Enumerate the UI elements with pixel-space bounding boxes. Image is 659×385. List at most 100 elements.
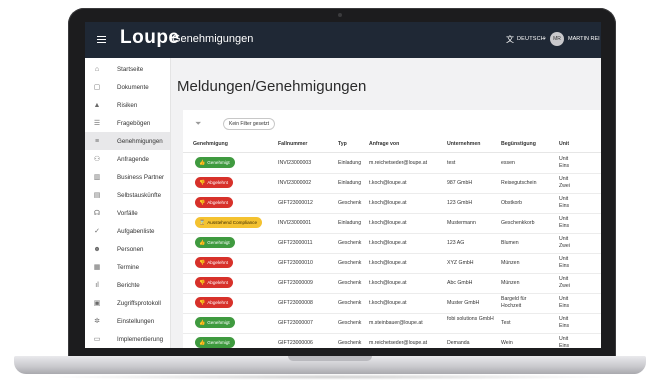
status-badge: 👎 Abgelehnt xyxy=(195,257,233,268)
user-name[interactable]: MARTIN REI xyxy=(568,36,600,42)
type-cell: Geschenk xyxy=(338,300,362,306)
unit-cell: Unit Zwei xyxy=(559,236,570,249)
people-icon: ☻ xyxy=(93,245,101,253)
sidebar-item-vorfälle[interactable]: ☊ Vorfälle xyxy=(85,204,170,222)
benefit-cell: Blumen xyxy=(501,240,519,246)
sidebar-item-termine[interactable]: ▦ Termine xyxy=(85,258,170,276)
laptop-notch xyxy=(288,356,372,361)
laptop-shadow xyxy=(40,374,620,380)
page-title: Meldungen/Genehmigungen xyxy=(177,78,367,95)
column-unit-header[interactable]: Unit xyxy=(559,141,569,147)
list-icon: ☰ xyxy=(93,120,101,127)
table-row[interactable]: 👍 Genehmigt INVI23000003 Einladung m.reichet… xyxy=(183,153,601,174)
sidebar-item-personen[interactable]: ☻ Personen xyxy=(85,240,170,258)
sidebar-item-label: Dokumente xyxy=(117,83,149,91)
filter-chip[interactable]: Kein Filter gesetzt xyxy=(223,118,276,130)
requester-cell: t.koch@loupe.at xyxy=(369,300,407,306)
status-badge: 👍 Genehmigt xyxy=(195,237,235,248)
sidebar-item-implementierung[interactable]: ▭ Implementierung xyxy=(85,330,170,348)
sidebar-item-selbstauskünfte[interactable]: ▤ Selbstauskünfte xyxy=(85,186,170,204)
case-number-cell: GIFT23000008 xyxy=(278,300,313,306)
sidebar-item-genehmigungen[interactable]: ≡ Genehmigungen xyxy=(85,132,170,150)
menu-icon[interactable] xyxy=(97,36,106,43)
case-number-cell: INVI23000003 xyxy=(278,160,312,166)
sidebar-item-aufgabenliste[interactable]: ✓ Aufgabenliste xyxy=(85,222,170,240)
avatar[interactable]: MR xyxy=(550,32,564,46)
case-number-cell: GIFT23000007 xyxy=(278,320,313,326)
table-row[interactable]: 👎 Abgelehnt INVI23000002 Einladung t.koch@lo… xyxy=(183,173,601,194)
case-number-cell: GIFT23000011 xyxy=(278,240,313,246)
thumbs-up-icon: 👍 xyxy=(199,320,206,326)
benefit-cell: Reisegutschein xyxy=(501,180,537,186)
status-label: Abgelehnt xyxy=(207,280,228,285)
unit-cell: Unit Eins xyxy=(559,216,570,229)
thumbs-down-icon: 👎 xyxy=(199,300,206,306)
chevron-down-icon[interactable]: ⌄ xyxy=(542,34,547,41)
requester-cell: t.koch@loupe.at xyxy=(369,180,407,186)
chart-icon: ıl xyxy=(95,281,99,289)
implementation-icon: ▭ xyxy=(93,336,101,343)
app-title: Genehmigungen xyxy=(172,33,254,45)
unit-cell: Unit Zwei xyxy=(559,176,570,189)
app-header: Loupe Genehmigungen 文 DEUTSCH ⌄ MR MARTI… xyxy=(85,22,601,58)
unit-cell: Unit Eins xyxy=(559,316,570,329)
sidebar-item-business-partner[interactable]: ▥ Business Partner xyxy=(85,168,170,186)
status-badge: 👎 Abgelehnt xyxy=(195,197,233,208)
requester-cell: t.koch@loupe.at xyxy=(369,260,407,266)
sidebar-item-label: Risiken xyxy=(117,101,138,109)
table-row[interactable]: 👎 Abgelehnt GIFT23000008 Geschenk t.koch@lou… xyxy=(183,293,601,314)
type-cell: Einladung xyxy=(338,220,362,226)
column-case-number-header[interactable]: Fallnummer xyxy=(278,141,307,147)
hourglass-icon: ⌛ xyxy=(199,220,206,226)
thumbs-down-icon: 👎 xyxy=(199,180,206,186)
column-benefit-header[interactable]: Begünstigung xyxy=(501,141,536,147)
table-row[interactable]: 👍 Genehmigt GIFT23000006 Geschenk m.reichets… xyxy=(183,333,601,348)
benefit-cell: essen xyxy=(501,160,515,166)
type-cell: Geschenk xyxy=(338,320,362,326)
company-cell: Abc GmbH xyxy=(447,280,473,286)
thumbs-up-icon: 👍 xyxy=(199,240,206,246)
sidebar-item-label: Business Partner xyxy=(117,173,165,181)
case-number-cell: GIFT23000006 xyxy=(278,340,313,346)
sidebar-item-zugriffsprotokoll[interactable]: ▣ Zugriffsprotokoll xyxy=(85,294,170,312)
sidebar-item-anfragende[interactable]: ⚇ Anfragende xyxy=(85,150,170,168)
benefit-cell: Münzen xyxy=(501,280,520,286)
app-logo[interactable]: Loupe xyxy=(120,27,180,49)
incident-icon: ☊ xyxy=(93,210,101,217)
sidebar-item-dokumente[interactable]: ▢ Dokumente xyxy=(85,78,170,96)
column-approval-header[interactable]: Genehmigung xyxy=(193,141,228,147)
sidebar-item-label: Selbstauskünfte xyxy=(117,191,162,199)
filter-icon[interactable]: ⏷ xyxy=(195,119,201,129)
sidebar-item-startseite[interactable]: ⌂ Startseite xyxy=(85,60,170,78)
document-icon: ▢ xyxy=(93,84,101,91)
approvals-table-card: ⏷ Kein Filter gesetzt Genehmigung Fallnum… xyxy=(183,110,601,348)
sidebar-item-berichte[interactable]: ıl Berichte xyxy=(85,276,170,294)
table-row[interactable]: 👍 Genehmigt GIFT23000011 Geschenk t.koch@lou… xyxy=(183,233,601,254)
company-cell: Mustermann xyxy=(447,220,476,226)
thumbs-up-icon: 👍 xyxy=(199,160,206,166)
language-selector[interactable]: DEUTSCH xyxy=(517,36,545,42)
sidebar-item-fragebögen[interactable]: ☰ Fragebögen xyxy=(85,114,170,132)
company-cell: 123 GmbH xyxy=(447,200,473,206)
status-badge: 👍 Genehmigt xyxy=(195,337,235,348)
status-label: Genehmigt xyxy=(207,160,230,165)
table-row[interactable]: 👎 Abgelehnt GIFT23000010 Geschenk t.koch@lou… xyxy=(183,253,601,274)
status-label: Abgelehnt xyxy=(207,260,228,265)
benefit-cell: Münzen xyxy=(501,260,520,266)
column-company-header[interactable]: Unternehmen xyxy=(447,141,480,147)
requester-cell: t.koch@loupe.at xyxy=(369,280,407,286)
type-cell: Geschenk xyxy=(338,280,362,286)
table-row[interactable]: 👎 Abgelehnt GIFT23000009 Geschenk t.koch@lou… xyxy=(183,273,601,294)
sidebar-item-risiken[interactable]: ▲ Risiken xyxy=(85,96,170,114)
table-row[interactable]: 👍 Genehmigt GIFT23000007 Geschenk m.steinbau… xyxy=(183,313,601,334)
case-number-cell: INVI23000002 xyxy=(278,180,312,186)
thumbs-down-icon: 👎 xyxy=(199,200,206,206)
sidebar-item-einstellungen[interactable]: ✲ Einstellungen xyxy=(85,312,170,330)
unit-cell: Unit Eins xyxy=(559,296,570,309)
column-requester-header[interactable]: Anfrage von xyxy=(369,141,399,147)
table-row[interactable]: 👎 Abgelehnt GIFT23000012 Geschenk t.koch@lou… xyxy=(183,193,601,214)
table-row[interactable]: ⌛ Ausstehend Compliance INVI23000001 Einlad… xyxy=(183,213,601,234)
column-type-header[interactable]: Typ xyxy=(338,141,347,147)
case-number-cell: GIFT23000012 xyxy=(278,200,313,206)
warning-icon: ▲ xyxy=(93,101,101,109)
